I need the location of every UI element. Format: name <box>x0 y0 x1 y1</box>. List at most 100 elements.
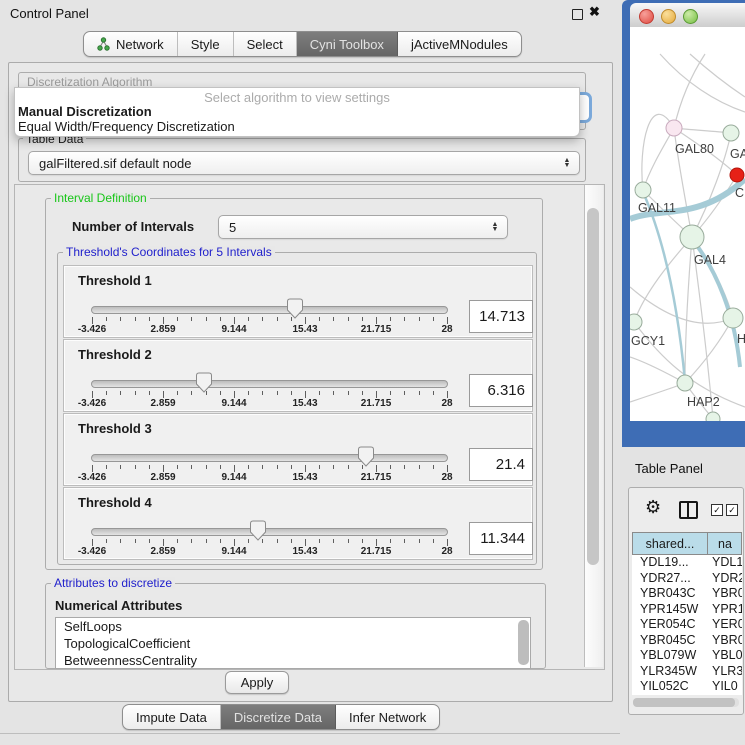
table-data-combobox[interactable]: galFiltered.sif default node ▲▼ <box>28 151 580 175</box>
slider-tick <box>106 317 107 321</box>
algorithm-option-manual-discretization[interactable]: Manual Discretization <box>17 104 577 118</box>
slider-tick <box>447 317 448 324</box>
number-of-intervals-combobox[interactable]: 5 ▲▼ <box>218 215 508 239</box>
column-header-shared[interactable]: shared... <box>633 533 708 554</box>
slider-thumb[interactable] <box>357 446 375 467</box>
interval-definition-title: Interval Definition <box>51 192 150 204</box>
slider-thumb[interactable] <box>286 298 304 319</box>
tab-discretize-data[interactable]: Discretize Data <box>221 705 336 729</box>
slider-tick <box>291 539 292 543</box>
network-node-gcy1[interactable] <box>630 314 642 330</box>
table-row[interactable]: YBR043CYBR0 <box>632 586 742 602</box>
tab-jactivemnodules[interactable]: jActiveMNodules <box>398 32 521 56</box>
slider-track[interactable] <box>91 380 448 388</box>
tab-infer-network[interactable]: Infer Network <box>336 705 439 729</box>
slider-tick <box>404 539 405 543</box>
slider-tick <box>333 465 334 469</box>
control-panel-window: Control Panel ✖ NetworkStyleSelectCyni T… <box>0 0 620 734</box>
threshold-value-field[interactable]: 21.4 <box>469 448 533 481</box>
slider-tick-label: 2.859 <box>135 398 191 409</box>
mac-zoom-button[interactable] <box>683 9 698 24</box>
table-row[interactable]: YER054CYER0 <box>632 617 742 633</box>
network-canvas[interactable]: GAL80GACGAL11GAL4GCY1HHAP2 <box>630 27 745 421</box>
slider-tick <box>319 391 320 395</box>
threshold-value-field[interactable]: 6.316 <box>469 374 533 407</box>
table-row[interactable]: YDR27...YDR2 <box>632 571 742 587</box>
tab-label: jActiveMNodules <box>411 37 508 52</box>
attribute-item-topologicalcoefficient[interactable]: TopologicalCoefficient <box>56 635 530 652</box>
cell-shared-name: YPR145W <box>632 602 706 618</box>
slider-tick <box>92 317 93 324</box>
column-header-name[interactable]: na <box>708 533 741 554</box>
tab-label: Network <box>116 37 164 52</box>
network-node-hap2[interactable] <box>677 375 693 391</box>
slider-tick <box>191 465 192 469</box>
slider-tick <box>376 317 377 324</box>
vertical-scrollbar-thumb[interactable] <box>587 208 599 565</box>
slider-tick <box>149 539 150 543</box>
tab-style[interactable]: Style <box>178 32 234 56</box>
slider-tick <box>333 391 334 395</box>
table-row[interactable]: YIL052CYIL0 <box>632 679 742 695</box>
slider-tick <box>277 539 278 543</box>
apply-button[interactable]: Apply <box>225 671 289 694</box>
slider-track[interactable] <box>91 454 448 462</box>
table-row[interactable]: YPR145WYPR1 <box>632 602 742 618</box>
attributes-list-scrollbar-thumb[interactable] <box>518 620 529 665</box>
checkbox-icon[interactable]: ✓ <box>711 504 723 516</box>
cell-name: YBR0 <box>706 586 742 602</box>
slider-tick <box>163 391 164 398</box>
slider-thumb[interactable] <box>195 372 213 393</box>
network-node-gal80[interactable] <box>666 120 682 136</box>
network-node-c[interactable] <box>730 168 744 182</box>
table-row[interactable]: YLR345WYLR3 <box>632 664 742 680</box>
close-icon[interactable]: ✖ <box>589 4 600 20</box>
threshold-value-field[interactable]: 11.344 <box>469 522 533 555</box>
network-node-h[interactable] <box>723 308 743 328</box>
number-of-intervals-value: 5 <box>219 220 487 235</box>
slider-tick-label: 15.43 <box>277 472 333 483</box>
table-row[interactable]: YDL19...YDL1 <box>632 555 742 571</box>
network-window-titlebar[interactable] <box>630 3 745 28</box>
network-graph: GAL80GACGAL11GAL4GCY1HHAP2 <box>630 27 745 421</box>
tab-cyni-toolbox[interactable]: Cyni Toolbox <box>297 32 398 56</box>
table-body: YDL19...YDL1YDR27...YDR2YBR043CYBR0YPR14… <box>632 555 742 695</box>
threshold-label: Threshold 3 <box>78 421 152 436</box>
mac-minimize-button[interactable] <box>661 9 676 24</box>
slider-track[interactable] <box>91 528 448 536</box>
checkbox-icon[interactable]: ✓ <box>726 504 738 516</box>
slider-tick <box>163 317 164 324</box>
network-node-gal4[interactable] <box>680 225 704 249</box>
slider-track[interactable] <box>91 306 448 314</box>
tab-select[interactable]: Select <box>234 32 297 56</box>
gear-icon[interactable]: ⚙ <box>645 498 661 516</box>
threshold-value-field[interactable]: 14.713 <box>469 300 533 333</box>
network-node[interactable] <box>706 412 720 421</box>
mac-close-button[interactable] <box>639 9 654 24</box>
slider-thumb[interactable] <box>249 520 267 541</box>
numerical-attributes-list[interactable]: SelfLoopsTopologicalCoefficientBetweenne… <box>55 617 531 669</box>
cell-name: YBL0 <box>706 648 742 664</box>
attribute-item-selfloops[interactable]: SelfLoops <box>56 618 530 635</box>
network-nodes[interactable] <box>630 120 744 421</box>
slider-tick-label: -3.426 <box>64 324 120 335</box>
horizontal-scrollbar-thumb[interactable] <box>633 698 735 707</box>
slider-tick <box>120 317 121 321</box>
slider-tick <box>319 317 320 321</box>
slider-tick <box>191 317 192 321</box>
algorithm-option-equal-width-frequency-discretization[interactable]: Equal Width/Frequency Discretization <box>17 119 577 133</box>
thresholds-group-title: Threshold's Coordinates for 5 Intervals <box>63 246 275 258</box>
column-layout-icon[interactable] <box>679 501 698 519</box>
slider-tick <box>376 539 377 546</box>
table-row[interactable]: YBR045CYBR0 <box>632 633 742 649</box>
network-node-gal11[interactable] <box>635 182 651 198</box>
float-window-icon[interactable] <box>572 9 583 20</box>
network-node-ga[interactable] <box>723 125 739 141</box>
slider-tick <box>106 391 107 395</box>
node-label: GAL80 <box>675 142 714 156</box>
table-row[interactable]: YBL079WYBL0 <box>632 648 742 664</box>
tab-network[interactable]: Network <box>84 32 178 56</box>
attribute-item-betweennesscentrality[interactable]: BetweennessCentrality <box>56 652 530 669</box>
tab-impute-data[interactable]: Impute Data <box>123 705 221 729</box>
slider-tick-label: 28 <box>419 324 475 335</box>
